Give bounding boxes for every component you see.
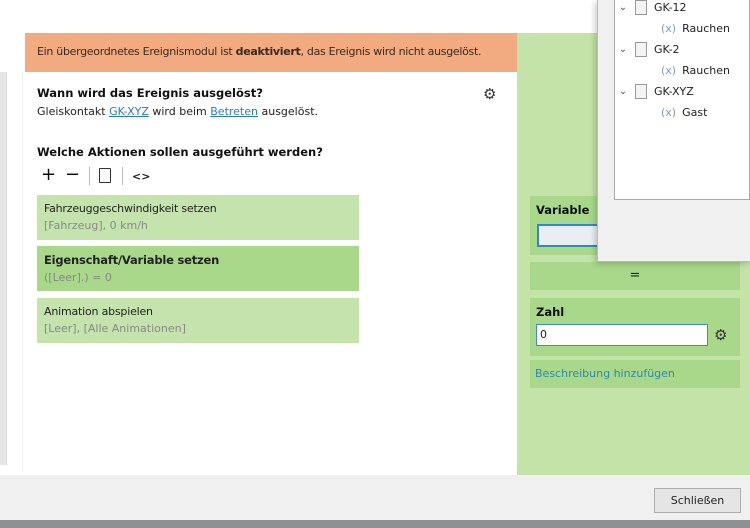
trigger-type-link[interactable]: Betreten bbox=[210, 105, 258, 118]
variable-icon: (x) bbox=[661, 22, 677, 35]
add-description-link[interactable]: Beschreibung hinzufügen bbox=[530, 360, 740, 388]
banner-text: Ein übergeordnetes Ereignismodul ist bbox=[37, 45, 236, 58]
gear-icon[interactable]: ⚙ bbox=[714, 326, 727, 344]
remove-action-button[interactable]: − bbox=[65, 166, 80, 184]
tree-node[interactable]: ⌄ GK-XYZ bbox=[615, 81, 749, 102]
action-title: Eigenschaft/Variable setzen bbox=[44, 253, 220, 267]
warning-banner: Ein übergeordnetes Ereignismodul ist dea… bbox=[25, 33, 517, 72]
trigger-heading: Wann wird das Ereignis ausgelöst? bbox=[37, 86, 263, 100]
action-summary: [Leer], [Alle Animationen] bbox=[44, 322, 186, 335]
toolbar-separator bbox=[122, 167, 123, 185]
action-item-selected[interactable]: Eigenschaft/Variable setzen ([Leer].) = 0 bbox=[37, 246, 359, 291]
contact-link[interactable]: GK-XYZ bbox=[109, 105, 149, 118]
action-summary: ([Leer].) = 0 bbox=[44, 271, 112, 284]
add-action-button[interactable]: + bbox=[41, 166, 56, 184]
toolbar-separator bbox=[89, 167, 90, 185]
action-title: Animation abspielen bbox=[44, 305, 153, 318]
variable-tree[interactable]: ⌄ GK-12 (x) Rauchen ⌄ GK-2 (x) Rauchen ⌄ GK-X… bbox=[614, 0, 750, 200]
number-input[interactable]: 0 bbox=[536, 324, 708, 346]
tree-node-label: GK-XYZ bbox=[654, 85, 694, 98]
divider bbox=[22, 72, 23, 472]
scrollbar[interactable] bbox=[0, 72, 7, 465]
trigger-description: Gleiskontakt GK-XYZ wird beim Betreten a… bbox=[37, 105, 318, 118]
trigger-text: wird beim bbox=[148, 105, 211, 118]
trigger-text: ausgelöst. bbox=[257, 105, 319, 118]
actions-heading: Welche Aktionen sollen ausgeführt werden… bbox=[37, 145, 323, 159]
gear-icon[interactable]: ⚙ bbox=[483, 85, 496, 103]
number-label: Zahl bbox=[536, 305, 565, 319]
copy-icon[interactable] bbox=[99, 168, 111, 183]
tree-leaf-label: Rauchen bbox=[682, 22, 730, 35]
chevron-down-icon[interactable]: ⌄ bbox=[615, 86, 631, 97]
action-title: Fahrzeuggeschwindigkeit setzen bbox=[44, 202, 217, 215]
banner-text-end: , das Ereignis wird nicht ausgelöst. bbox=[300, 45, 482, 58]
close-button[interactable]: Schließen bbox=[654, 488, 741, 513]
banner-bold: deaktiviert bbox=[235, 45, 301, 58]
variable-icon: (x) bbox=[661, 106, 677, 119]
tree-leaf-label: Rauchen bbox=[682, 64, 730, 77]
action-item[interactable]: Fahrzeuggeschwindigkeit setzen [Fahrzeug]… bbox=[37, 195, 359, 240]
variable-label: Variable bbox=[536, 203, 590, 217]
tree-node[interactable]: ⌄ GK-12 bbox=[615, 0, 749, 18]
action-item[interactable]: Animation abspielen [Leer], [Alle Animati… bbox=[37, 298, 359, 343]
trigger-text: Gleiskontakt bbox=[37, 105, 110, 118]
taskbar-edge bbox=[0, 520, 750, 528]
variable-icon: (x) bbox=[661, 64, 677, 77]
dialog-footer bbox=[0, 475, 750, 520]
document-icon bbox=[635, 42, 647, 57]
tree-leaf[interactable]: (x) Rauchen bbox=[615, 60, 749, 81]
action-summary: [Fahrzeug], 0 km/h bbox=[44, 219, 148, 232]
tree-node-label: GK-2 bbox=[654, 43, 680, 56]
code-button[interactable]: <> bbox=[132, 170, 150, 183]
document-icon bbox=[635, 0, 647, 15]
chevron-down-icon[interactable]: ⌄ bbox=[615, 44, 631, 55]
tree-leaf[interactable]: (x) Gast bbox=[615, 102, 749, 123]
document-icon bbox=[635, 84, 647, 99]
tree-node-label: GK-12 bbox=[654, 1, 687, 14]
chevron-down-icon[interactable]: ⌄ bbox=[615, 2, 631, 13]
tree-node[interactable]: ⌄ GK-2 bbox=[615, 39, 749, 60]
tree-leaf-label: Gast bbox=[682, 106, 708, 119]
operator-section[interactable]: = bbox=[530, 262, 740, 290]
tree-leaf[interactable]: (x) Rauchen bbox=[615, 18, 749, 39]
